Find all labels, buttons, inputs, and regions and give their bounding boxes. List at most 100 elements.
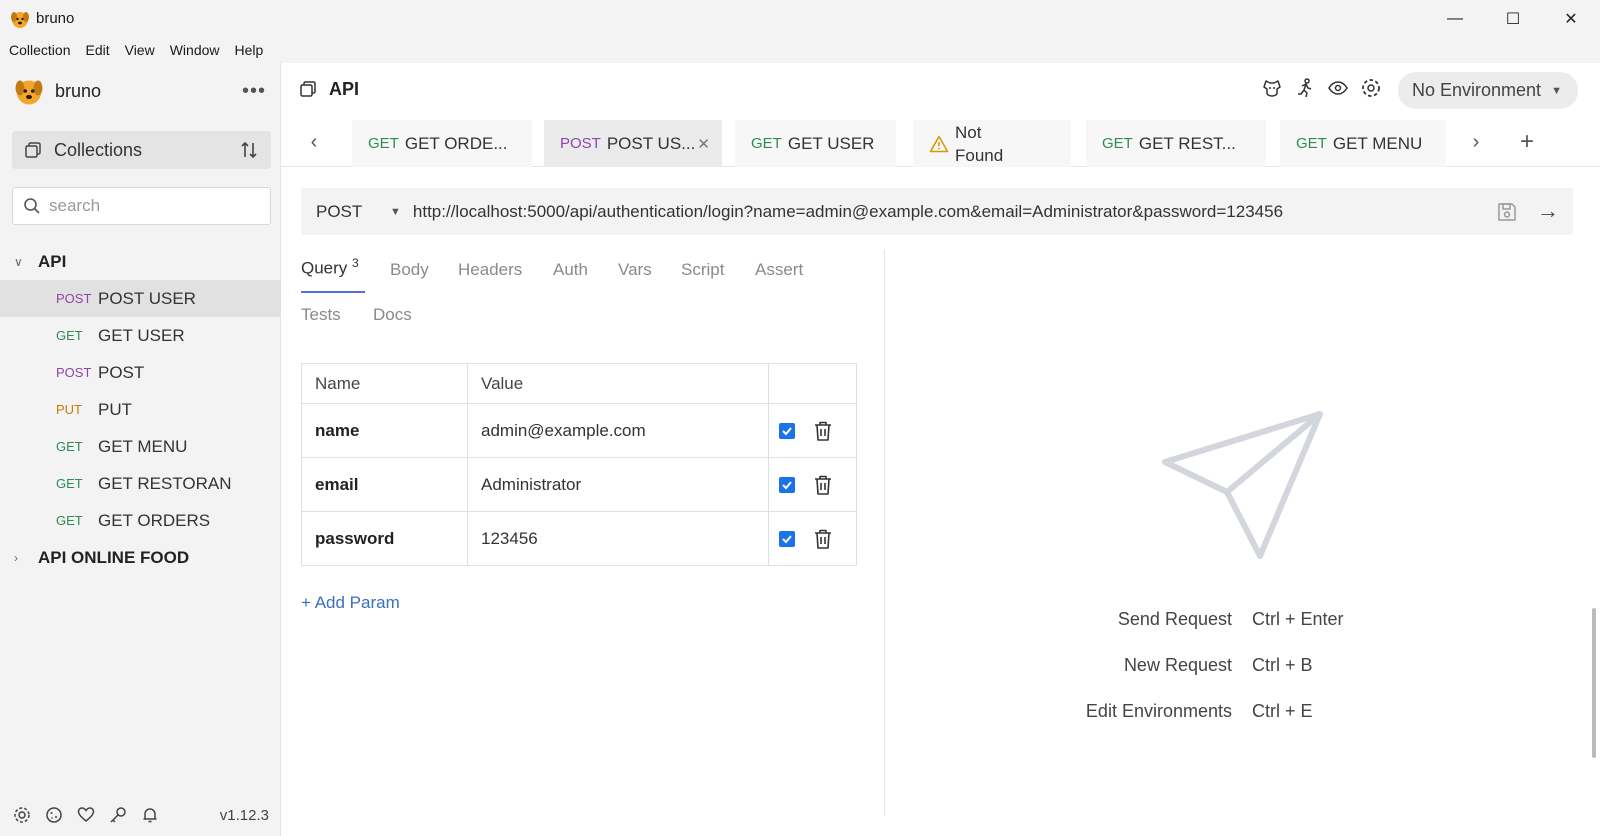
chevron-left-icon[interactable]: ‹ [299,117,329,167]
copy-icon [300,81,316,97]
sidebar: bruno ••• Collections ∨ API POST POST US… [0,63,281,836]
dog-face-icon[interactable] [1261,77,1283,99]
param-enabled-checkbox[interactable] [779,422,795,439]
sidebar-request-get-menu[interactable]: GET GET MENU [0,428,281,465]
tab-assert[interactable]: Assert [755,260,803,280]
key-icon[interactable] [108,805,128,825]
search-box [12,187,271,225]
app-version: v1.12.3 [219,806,269,824]
sidebar-request-put[interactable]: PUT PUT [0,391,281,428]
cookie-icon[interactable] [44,805,64,825]
sidebar-request-get-user[interactable]: GET GET USER [0,317,281,354]
gear-icon[interactable] [12,805,32,825]
shortcut-label: Edit Environments [1085,701,1232,721]
menu-view[interactable]: View [125,42,155,58]
url-input[interactable]: http://localhost:5000/api/authentication… [413,202,1283,222]
tab-vars[interactable]: Vars [618,260,652,280]
query-params-table: Name Value name admin@example.com email … [301,363,857,566]
tab-get-restoran[interactable]: GET GET REST... [1086,120,1266,167]
tab-body[interactable]: Body [390,260,429,280]
caret-down-icon: ▼ [1551,84,1562,97]
folder-api[interactable]: ∨ API [0,243,281,280]
eye-icon[interactable] [1327,77,1349,99]
param-value-input[interactable]: admin@example.com [467,403,769,458]
maximize-button[interactable]: ☐ [1484,0,1542,37]
more-options-icon[interactable]: ••• [242,80,266,103]
tab-label: GET USER [787,133,875,153]
query-count-badge: 3 [352,256,359,270]
tab-query[interactable]: Query 3 [301,256,359,279]
chevron-right-icon[interactable]: › [1461,117,1491,167]
param-enabled-checkbox[interactable] [779,476,795,493]
trash-icon[interactable] [813,420,833,442]
sort-icon[interactable] [239,140,259,160]
trash-icon[interactable] [813,528,833,550]
close-icon[interactable]: ✕ [697,135,710,153]
caret-down-icon[interactable]: ▼ [390,206,401,218]
close-button[interactable]: ✕ [1542,0,1600,37]
save-icon[interactable] [1495,200,1519,224]
gear-icon[interactable] [1360,77,1382,99]
menu-help[interactable]: Help [235,42,264,58]
header-actions [1250,77,1382,99]
pane-divider[interactable] [884,250,885,816]
menu-window[interactable]: Window [170,42,220,58]
param-value-input[interactable]: 123456 [467,511,769,566]
environment-label: No Environment [1412,80,1542,100]
collections-button[interactable]: Collections [12,131,271,169]
tab-headers[interactable]: Headers [458,260,522,280]
keyboard-shortcuts: Send Request Ctrl + Enter New Request Ct… [1000,609,1400,747]
tab-auth[interactable]: Auth [553,260,588,280]
param-enabled-checkbox[interactable] [779,530,795,547]
new-tab-plus-icon[interactable]: + [1512,117,1542,167]
tab-post-user[interactable]: POST POST US... ✕ [544,120,722,167]
sidebar-request-post[interactable]: POST POST [0,354,281,391]
tab-label: GET ORDE... [404,133,508,153]
param-name-input[interactable]: email [301,457,468,512]
param-name-input[interactable]: password [301,511,468,566]
tab-get-user[interactable]: GET GET USER [735,120,896,167]
param-name-input[interactable]: name [301,403,468,458]
search-icon [24,198,40,214]
param-actions [768,457,857,512]
send-arrow-icon[interactable]: → [1537,199,1561,223]
sidebar-request-get-restoran[interactable]: GET GET RESTORAN [0,465,281,502]
scrollbar-thumb[interactable] [1592,608,1596,758]
window-title: bruno [36,10,75,27]
tab-script[interactable]: Script [681,260,724,280]
request-name: POST [98,362,145,382]
menu-collection[interactable]: Collection [9,42,70,58]
sidebar-request-get-orders[interactable]: GET GET ORDERS [0,502,281,539]
bell-icon[interactable] [140,805,160,825]
add-param-button[interactable]: + Add Param [301,593,400,613]
tab-tests[interactable]: Tests [301,305,341,325]
shortcut-row: Edit Environments Ctrl + E [1000,701,1400,747]
environment-selector[interactable]: No Environment ▼ [1398,72,1578,109]
window-controls: — ☐ ✕ [1426,0,1600,37]
chevron-right-icon: › [14,550,18,565]
table-row: name admin@example.com [301,403,857,458]
request-name: GET USER [98,325,185,345]
tab-not-found[interactable]: Not Found [913,120,1071,167]
folder-api-online-food[interactable]: › API ONLINE FOOD [0,539,281,576]
menu-edit[interactable]: Edit [85,42,109,58]
search-input[interactable] [49,196,249,216]
request-name: PUT [98,399,132,419]
chevron-down-icon: ∨ [14,254,23,269]
request-name: GET ORDERS [98,510,211,530]
method-selector[interactable]: POST [316,202,376,222]
tab-docs[interactable]: Docs [373,305,412,325]
paper-plane-icon [1162,411,1323,559]
brand-name: bruno [55,80,102,101]
warning-icon [929,135,949,152]
tab-get-menu[interactable]: GET GET MENU [1280,120,1446,167]
tab-get-orders[interactable]: GET GET ORDE... [352,120,532,167]
minimize-button[interactable]: — [1426,0,1484,37]
sidebar-request-post-user[interactable]: POST POST USER [0,280,281,317]
param-value-input[interactable]: Administrator [467,457,769,512]
trash-icon[interactable] [813,474,833,496]
active-tab-indicator [301,291,365,293]
table-header-row: Name Value [301,363,857,404]
runner-icon[interactable] [1294,77,1316,99]
heart-icon[interactable] [76,805,96,825]
